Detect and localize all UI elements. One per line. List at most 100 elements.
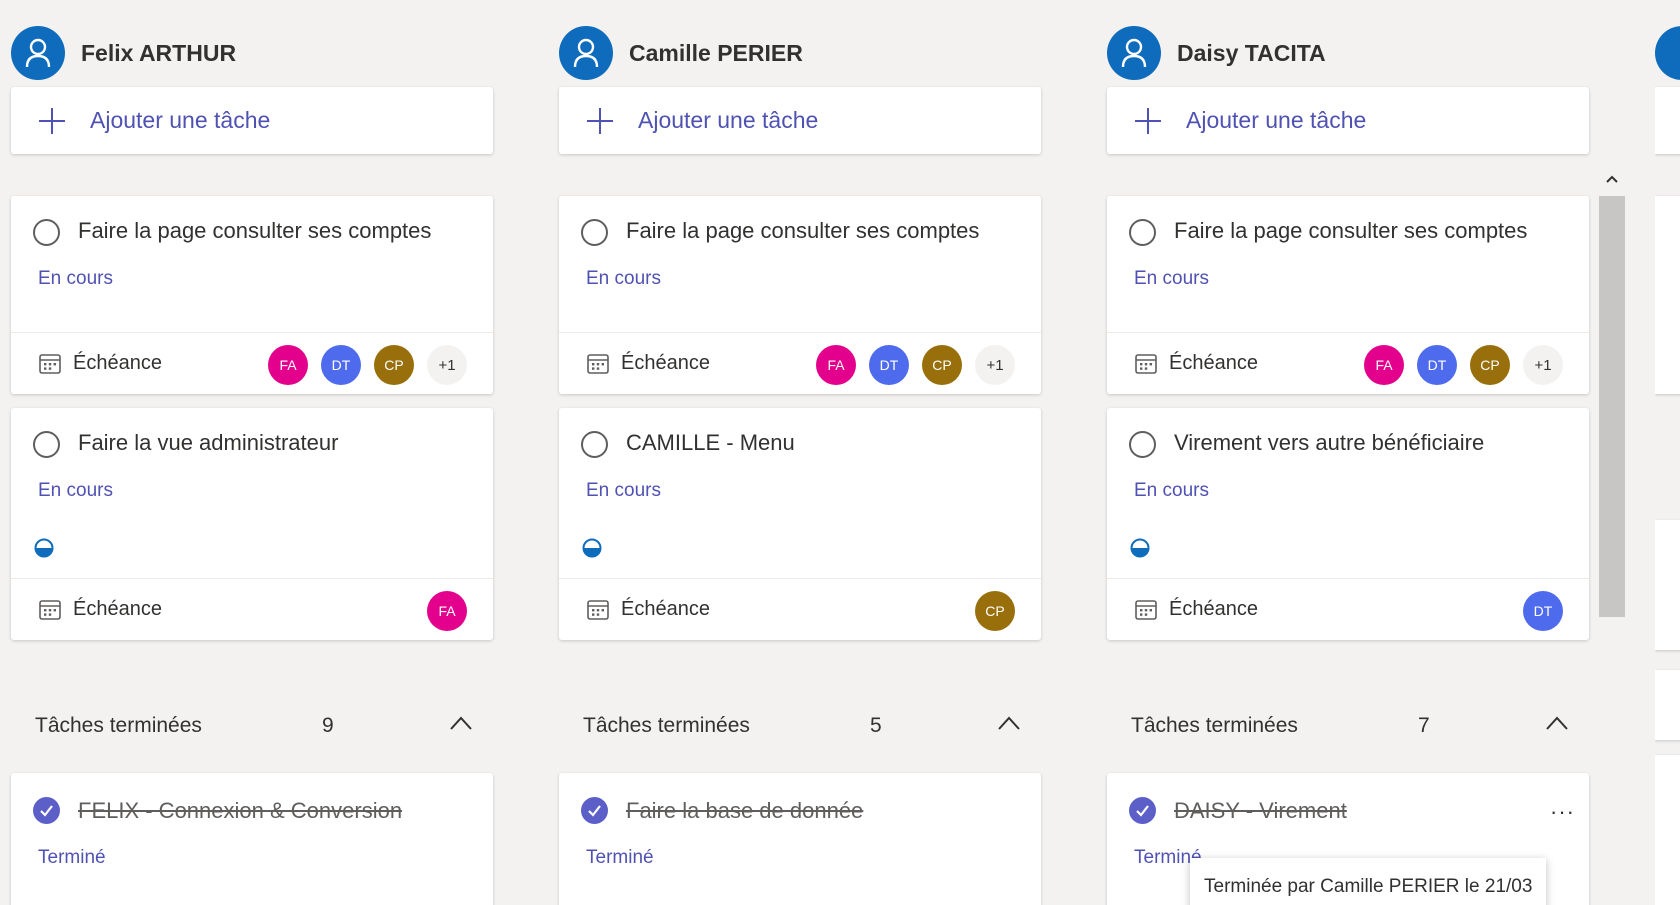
column-name: Camille PERIER [629,39,803,66]
column-felix-arthur: Felix ARTHUR Ajouter une tâche Faire la … [0,0,493,905]
assignee-list: FA [414,591,467,631]
completed-tasks-count: 7 [1418,714,1430,737]
task-status: Terminé [38,847,106,868]
complete-task-checkbox[interactable] [33,219,60,246]
assignee-avatar[interactable]: DT [1523,591,1563,631]
completed-task-card[interactable]: FELIX - Connexion & Conversion Terminé [11,773,493,905]
completed-tasks-toggle[interactable]: Tâches terminées 9 [11,708,493,748]
scrollbar-thumb[interactable] [1599,196,1625,617]
completed-tasks-label: Tâches terminées [35,714,202,737]
due-date-label[interactable]: Échéance [73,598,162,621]
more-assignees-badge[interactable]: +1 [427,345,467,385]
calendar-icon [587,353,609,374]
check-circle-icon[interactable] [33,797,60,824]
column-name: Daisy TACITA [1177,39,1326,66]
task-status: Terminé [586,847,654,868]
completed-tasks-count: 9 [322,714,334,737]
assignee-list: CP [962,591,1015,631]
more-assignees-badge[interactable]: +1 [975,345,1015,385]
check-circle-icon[interactable] [1129,797,1156,824]
check-circle-icon[interactable] [581,797,608,824]
complete-task-checkbox[interactable] [581,431,608,458]
assignee-avatar[interactable]: CP [922,345,962,385]
plus-icon [587,107,613,134]
more-assignees-badge[interactable]: +1 [1523,345,1563,385]
chevron-up-icon[interactable] [1544,714,1570,732]
due-date-label[interactable]: Échéance [621,598,710,621]
completed-tasks-toggle[interactable]: Tâches terminées 5 [559,708,1041,748]
completed-task-title: FELIX - Connexion & Conversion [78,798,403,823]
task-footer: Échéance FA [11,578,493,640]
assignee-avatar[interactable]: FA [268,345,308,385]
task-card[interactable]: CAMILLE - Menu En cours Échéance CP [559,408,1041,640]
task-card[interactable] [1655,196,1680,394]
task-card[interactable]: Faire la page consulter ses comptes En c… [559,196,1041,394]
add-task-button[interactable]: Ajouter une tâche [1107,87,1589,154]
due-date-label[interactable]: Échéance [1169,598,1258,621]
complete-task-checkbox[interactable] [1129,431,1156,458]
scroll-up-icon[interactable] [1605,174,1619,184]
task-card[interactable]: Faire la vue administrateur En cours Éch… [11,408,493,640]
completed-task-card[interactable]: Faire la base de donnée Terminé [559,773,1041,905]
user-avatar-icon[interactable] [1107,26,1161,80]
assignee-avatar[interactable]: DT [321,345,361,385]
due-date-label[interactable]: Échéance [621,352,710,375]
assignee-list: DT [1510,591,1563,631]
task-title: Faire la page consulter ses comptes [1174,218,1528,243]
assignee-avatar[interactable]: FA [816,345,856,385]
assignee-list: FA DT CP +1 [803,345,1015,385]
assignee-avatar[interactable]: FA [1364,345,1404,385]
assignee-list: FA DT CP +1 [1351,345,1563,385]
completed-tasks-label: Tâches terminées [583,714,750,737]
assignee-avatar[interactable]: FA [427,591,467,631]
assignee-avatar[interactable]: DT [869,345,909,385]
task-card[interactable] [1655,520,1680,650]
user-avatar-icon[interactable] [1655,26,1680,80]
task-title: Virement vers autre bénéficiaire [1174,430,1485,455]
task-card[interactable] [1655,755,1680,905]
column-daisy-tacita: Daisy TACITA Ajouter une tâche Faire la … [1096,0,1589,905]
user-avatar-icon[interactable] [11,26,65,80]
column-name: Felix ARTHUR [81,39,237,66]
column-camille-perier: Camille PERIER Ajouter une tâche Faire l… [548,0,1041,905]
assignee-avatar[interactable]: CP [1470,345,1510,385]
assignee-avatar[interactable]: CP [975,591,1015,631]
completed-tasks-count: 5 [870,714,882,737]
half-circle-icon [34,538,54,558]
completed-tasks-label: Tâches terminées [1131,714,1298,737]
calendar-icon [1135,599,1157,620]
due-date-label[interactable]: Échéance [73,352,162,375]
completed-by-tooltip: Terminée par Camille PERIER le 21/03 [1190,858,1547,905]
calendar-icon [39,599,61,620]
add-task-label: Ajouter une tâche [638,107,819,133]
more-actions-icon[interactable]: ··· [1550,799,1575,825]
task-card[interactable] [1655,670,1680,740]
task-footer: Échéance CP [559,578,1041,640]
vertical-scrollbar[interactable] [1597,168,1627,905]
plus-icon [1135,107,1161,134]
task-title: CAMILLE - Menu [626,430,795,455]
chevron-up-icon[interactable] [996,714,1022,732]
half-circle-icon [582,538,602,558]
column-header: Felix ARTHUR [11,26,236,80]
due-date-label[interactable]: Échéance [1169,352,1258,375]
add-task-label: Ajouter une tâche [1186,107,1367,133]
task-footer: Échéance FA DT CP +1 [1107,332,1589,394]
task-card[interactable]: Faire la page consulter ses comptes En c… [11,196,493,394]
task-card[interactable] [1655,87,1680,154]
calendar-icon [39,353,61,374]
add-task-button[interactable]: Ajouter une tâche [559,87,1041,154]
chevron-up-icon[interactable] [448,714,474,732]
user-avatar-icon[interactable] [559,26,613,80]
complete-task-checkbox[interactable] [581,219,608,246]
task-card[interactable]: Virement vers autre bénéficiaire En cour… [1107,408,1589,640]
add-task-button[interactable]: Ajouter une tâche [11,87,493,154]
complete-task-checkbox[interactable] [33,431,60,458]
task-status: En cours [1134,268,1209,289]
assignee-avatar[interactable]: CP [374,345,414,385]
complete-task-checkbox[interactable] [1129,219,1156,246]
task-card[interactable]: Faire la page consulter ses comptes En c… [1107,196,1589,394]
assignee-avatar[interactable]: DT [1417,345,1457,385]
completed-task-title: Faire la base de donnée [626,798,864,823]
completed-tasks-toggle[interactable]: Tâches terminées 7 [1107,708,1589,748]
